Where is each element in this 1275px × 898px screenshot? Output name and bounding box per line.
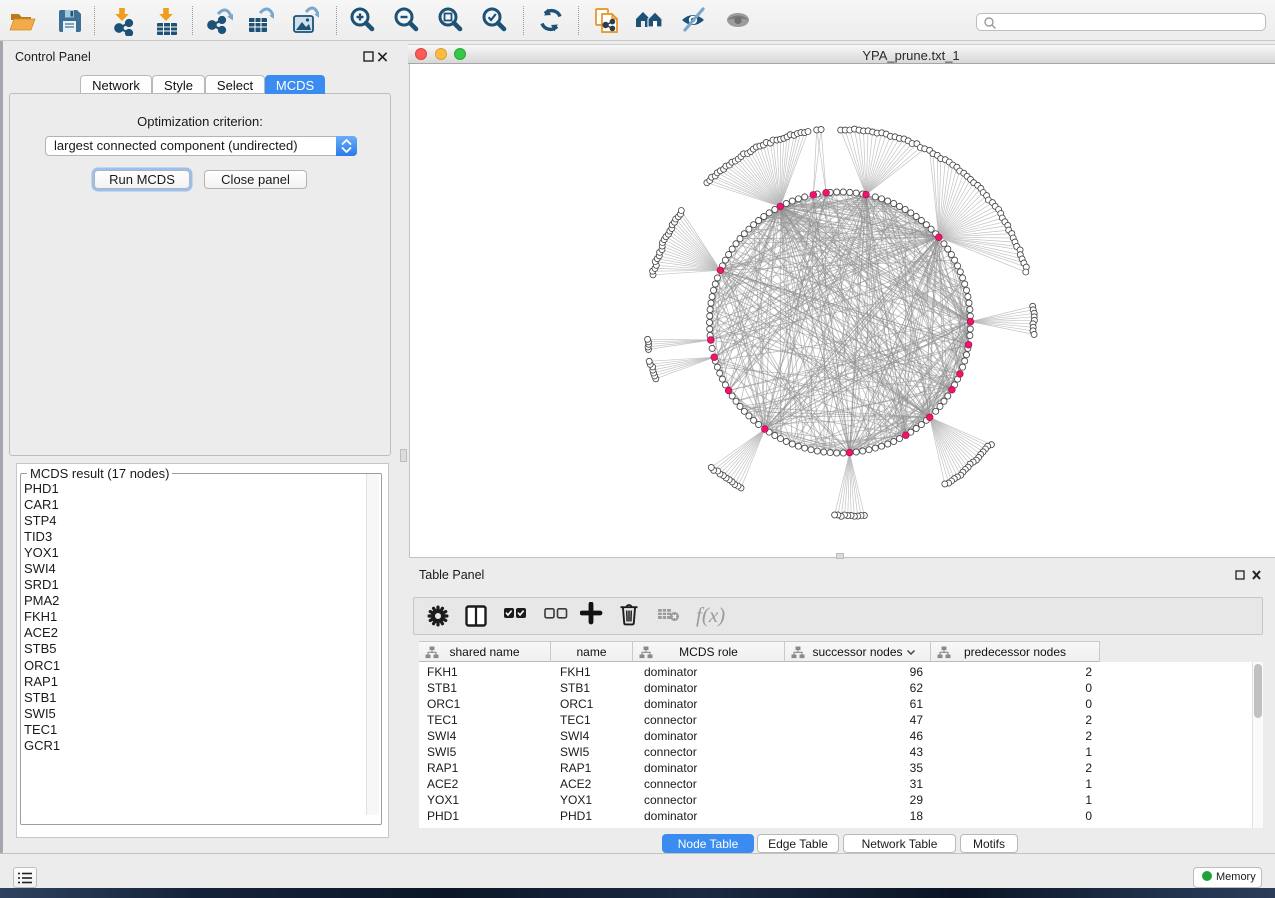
svg-text:f(x): f(x) [696, 603, 725, 627]
